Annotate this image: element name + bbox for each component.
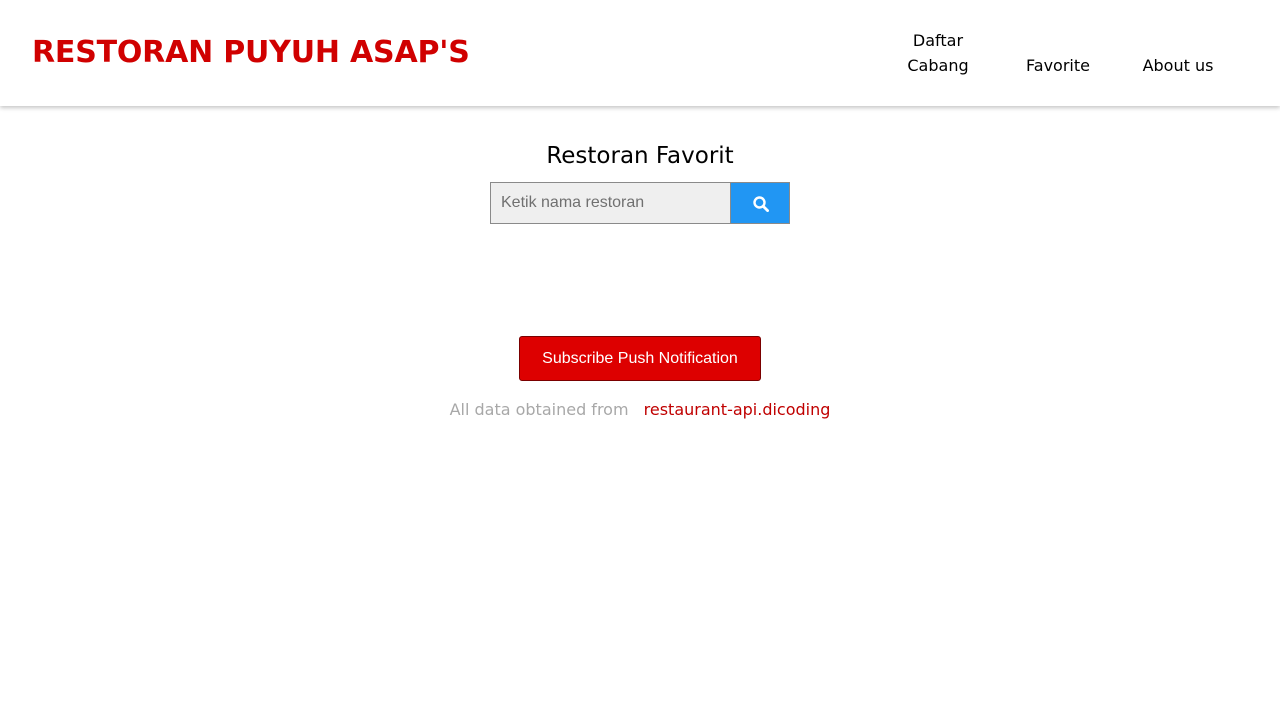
nav-daftar-cabang[interactable]: Daftar Cabang — [898, 28, 978, 78]
search-icon — [753, 196, 769, 212]
data-source-link[interactable]: restaurant-api.dicoding — [644, 400, 831, 419]
main-nav: Daftar Cabang Favorite About us — [0, 0, 1280, 106]
data-source-note: All data obtained from restaurant-api.di… — [0, 398, 1280, 422]
app-header: RESTORAN PUYUH ASAP'S Daftar Cabang Favo… — [0, 0, 1280, 106]
search-button[interactable] — [730, 182, 790, 224]
page-title: Restoran Favorit — [546, 143, 734, 169]
data-source-text: All data obtained from — [449, 400, 629, 419]
search-input[interactable] — [490, 182, 730, 224]
nav-about-us[interactable]: About us — [1138, 53, 1218, 78]
nav-favorite[interactable]: Favorite — [1022, 53, 1094, 78]
subscribe-push-notification-button[interactable]: Subscribe Push Notification — [519, 336, 761, 381]
search-bar — [490, 182, 790, 224]
